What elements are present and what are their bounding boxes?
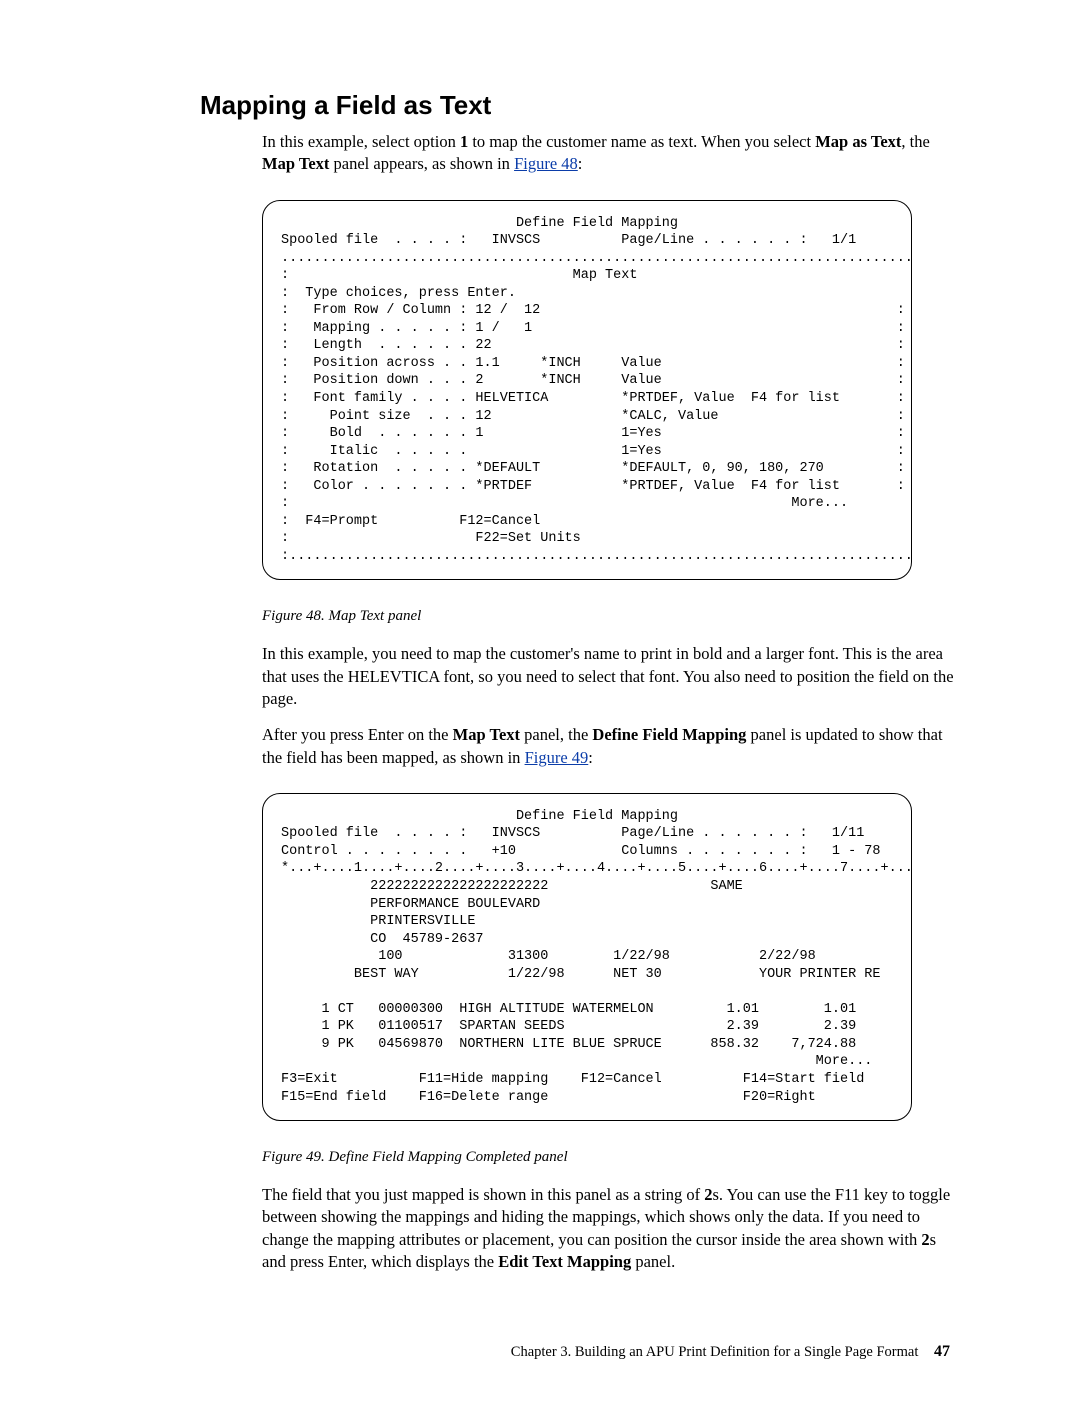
text: to map the customer name as text. When y…	[468, 132, 815, 151]
figure-48-link[interactable]: Figure 48	[514, 154, 578, 173]
paragraph: In this example, you need to map the cus…	[262, 643, 960, 710]
intro-paragraph: In this example, select option 1 to map …	[262, 131, 960, 176]
text: :	[578, 154, 583, 173]
text: After you press Enter on the	[262, 725, 453, 744]
section-heading: Mapping a Field as Text	[200, 90, 960, 121]
end-paragraph: The field that you just mapped is shown …	[262, 1184, 960, 1273]
footer-page-number: 47	[934, 1343, 950, 1360]
text-bold: Define Field Mapping	[592, 725, 746, 744]
text: panel appears, as shown in	[329, 154, 514, 173]
figure-48-caption: Figure 48. Map Text panel	[262, 608, 960, 625]
map-text-panel: Define Field Mapping Spooled file . . . …	[262, 200, 912, 581]
text: In this example, select option	[262, 132, 460, 151]
figure-49-caption: Figure 49. Define Field Mapping Complete…	[262, 1149, 960, 1166]
text-bold: Edit Text Mapping	[498, 1252, 631, 1271]
text-bold: Map Text	[262, 154, 329, 173]
text-bold: 2	[921, 1230, 929, 1249]
text-bold: 1	[460, 132, 468, 151]
text: The field that you just mapped is shown …	[262, 1185, 704, 1204]
define-field-mapping-panel: Define Field Mapping Spooled file . . . …	[262, 793, 912, 1121]
page-footer: Chapter 3. Building an APU Print Definit…	[200, 1343, 960, 1361]
mid-paragraphs: In this example, you need to map the cus…	[262, 643, 960, 768]
text-bold: Map as Text	[815, 132, 901, 151]
text: panel, the	[520, 725, 592, 744]
text: , the	[901, 132, 929, 151]
text: panel.	[631, 1252, 675, 1271]
text: :	[588, 748, 593, 767]
text-bold: Map Text	[453, 725, 520, 744]
footer-chapter: Chapter 3. Building an APU Print Definit…	[511, 1344, 919, 1360]
figure-49-link[interactable]: Figure 49	[525, 748, 589, 767]
